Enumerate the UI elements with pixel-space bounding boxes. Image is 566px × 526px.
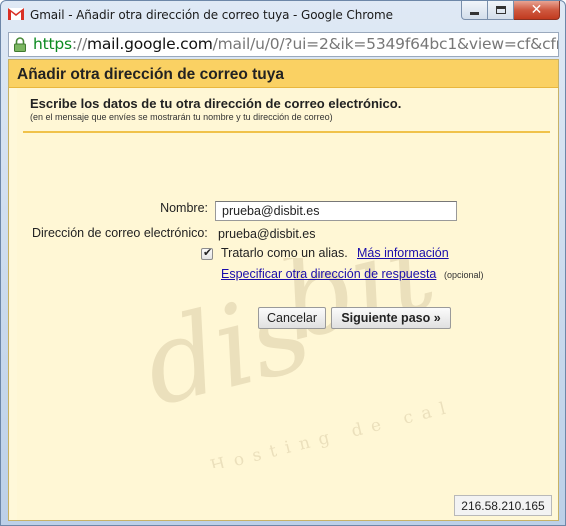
check-icon: ✔ [203,246,213,259]
name-label: Nombre: [160,201,208,215]
name-input[interactable] [215,201,457,221]
ip-address-badge: 216.58.210.165 [454,495,552,516]
url-path: /mail/u/0/?ui=2&ik=5349f64bc1&view=cf&cf… [212,35,559,53]
dialog-subtitle: Escribe los datos de tu otra dirección d… [30,96,402,111]
dialog-subnote: (en el mensaje que envíes se mostrarán t… [30,112,333,122]
reply-address-link[interactable]: Especificar otra dirección de respuesta [221,267,436,281]
email-label: Dirección de correo electrónico: [32,226,208,240]
disbit-watermark-logo: dis bit Hosting de calidad [147,258,447,468]
alias-label: Tratarlo como un alias. [221,246,348,260]
next-step-button[interactable]: Siguiente paso » [331,307,451,329]
maximize-icon [495,6,506,14]
window-controls: ✕ [461,1,560,21]
dialog-body: Escribe los datos de tu otra dirección d… [17,88,550,520]
divider [23,131,550,133]
url-host: mail.google.com [86,35,213,53]
alias-checkbox[interactable]: ✔ [201,246,213,260]
title-bar[interactable]: Gmail - Añadir otra dirección de correo … [1,1,565,31]
dialog-header: Añadir otra dirección de correo tuya [9,60,558,88]
email-value: prueba@disbit.es [218,227,316,241]
browser-window: Gmail - Añadir otra dirección de correo … [0,0,566,526]
close-icon: ✕ [530,2,543,18]
minimize-icon [470,11,479,15]
address-bar[interactable]: https://mail.google.com/mail/u/0/?ui=2&i… [8,32,559,57]
cancel-button[interactable]: Cancelar [258,307,326,329]
url-separator: :// [71,35,87,53]
dialog-title: Añadir otra dirección de correo tuya [17,66,285,83]
dialog-content: Añadir otra dirección de correo tuya Esc… [8,59,559,521]
optional-note: (opcional) [444,270,484,280]
maximize-button[interactable] [488,1,514,20]
more-info-link[interactable]: Más información [357,246,449,260]
minimize-button[interactable] [461,1,488,20]
url-text: https://mail.google.com/mail/u/0/?ui=2&i… [33,35,559,53]
window-title: Gmail - Añadir otra dirección de correo … [30,8,393,22]
gmail-icon [8,8,24,20]
close-button[interactable]: ✕ [514,1,560,20]
url-scheme: https [33,35,72,53]
lock-icon [14,37,26,52]
